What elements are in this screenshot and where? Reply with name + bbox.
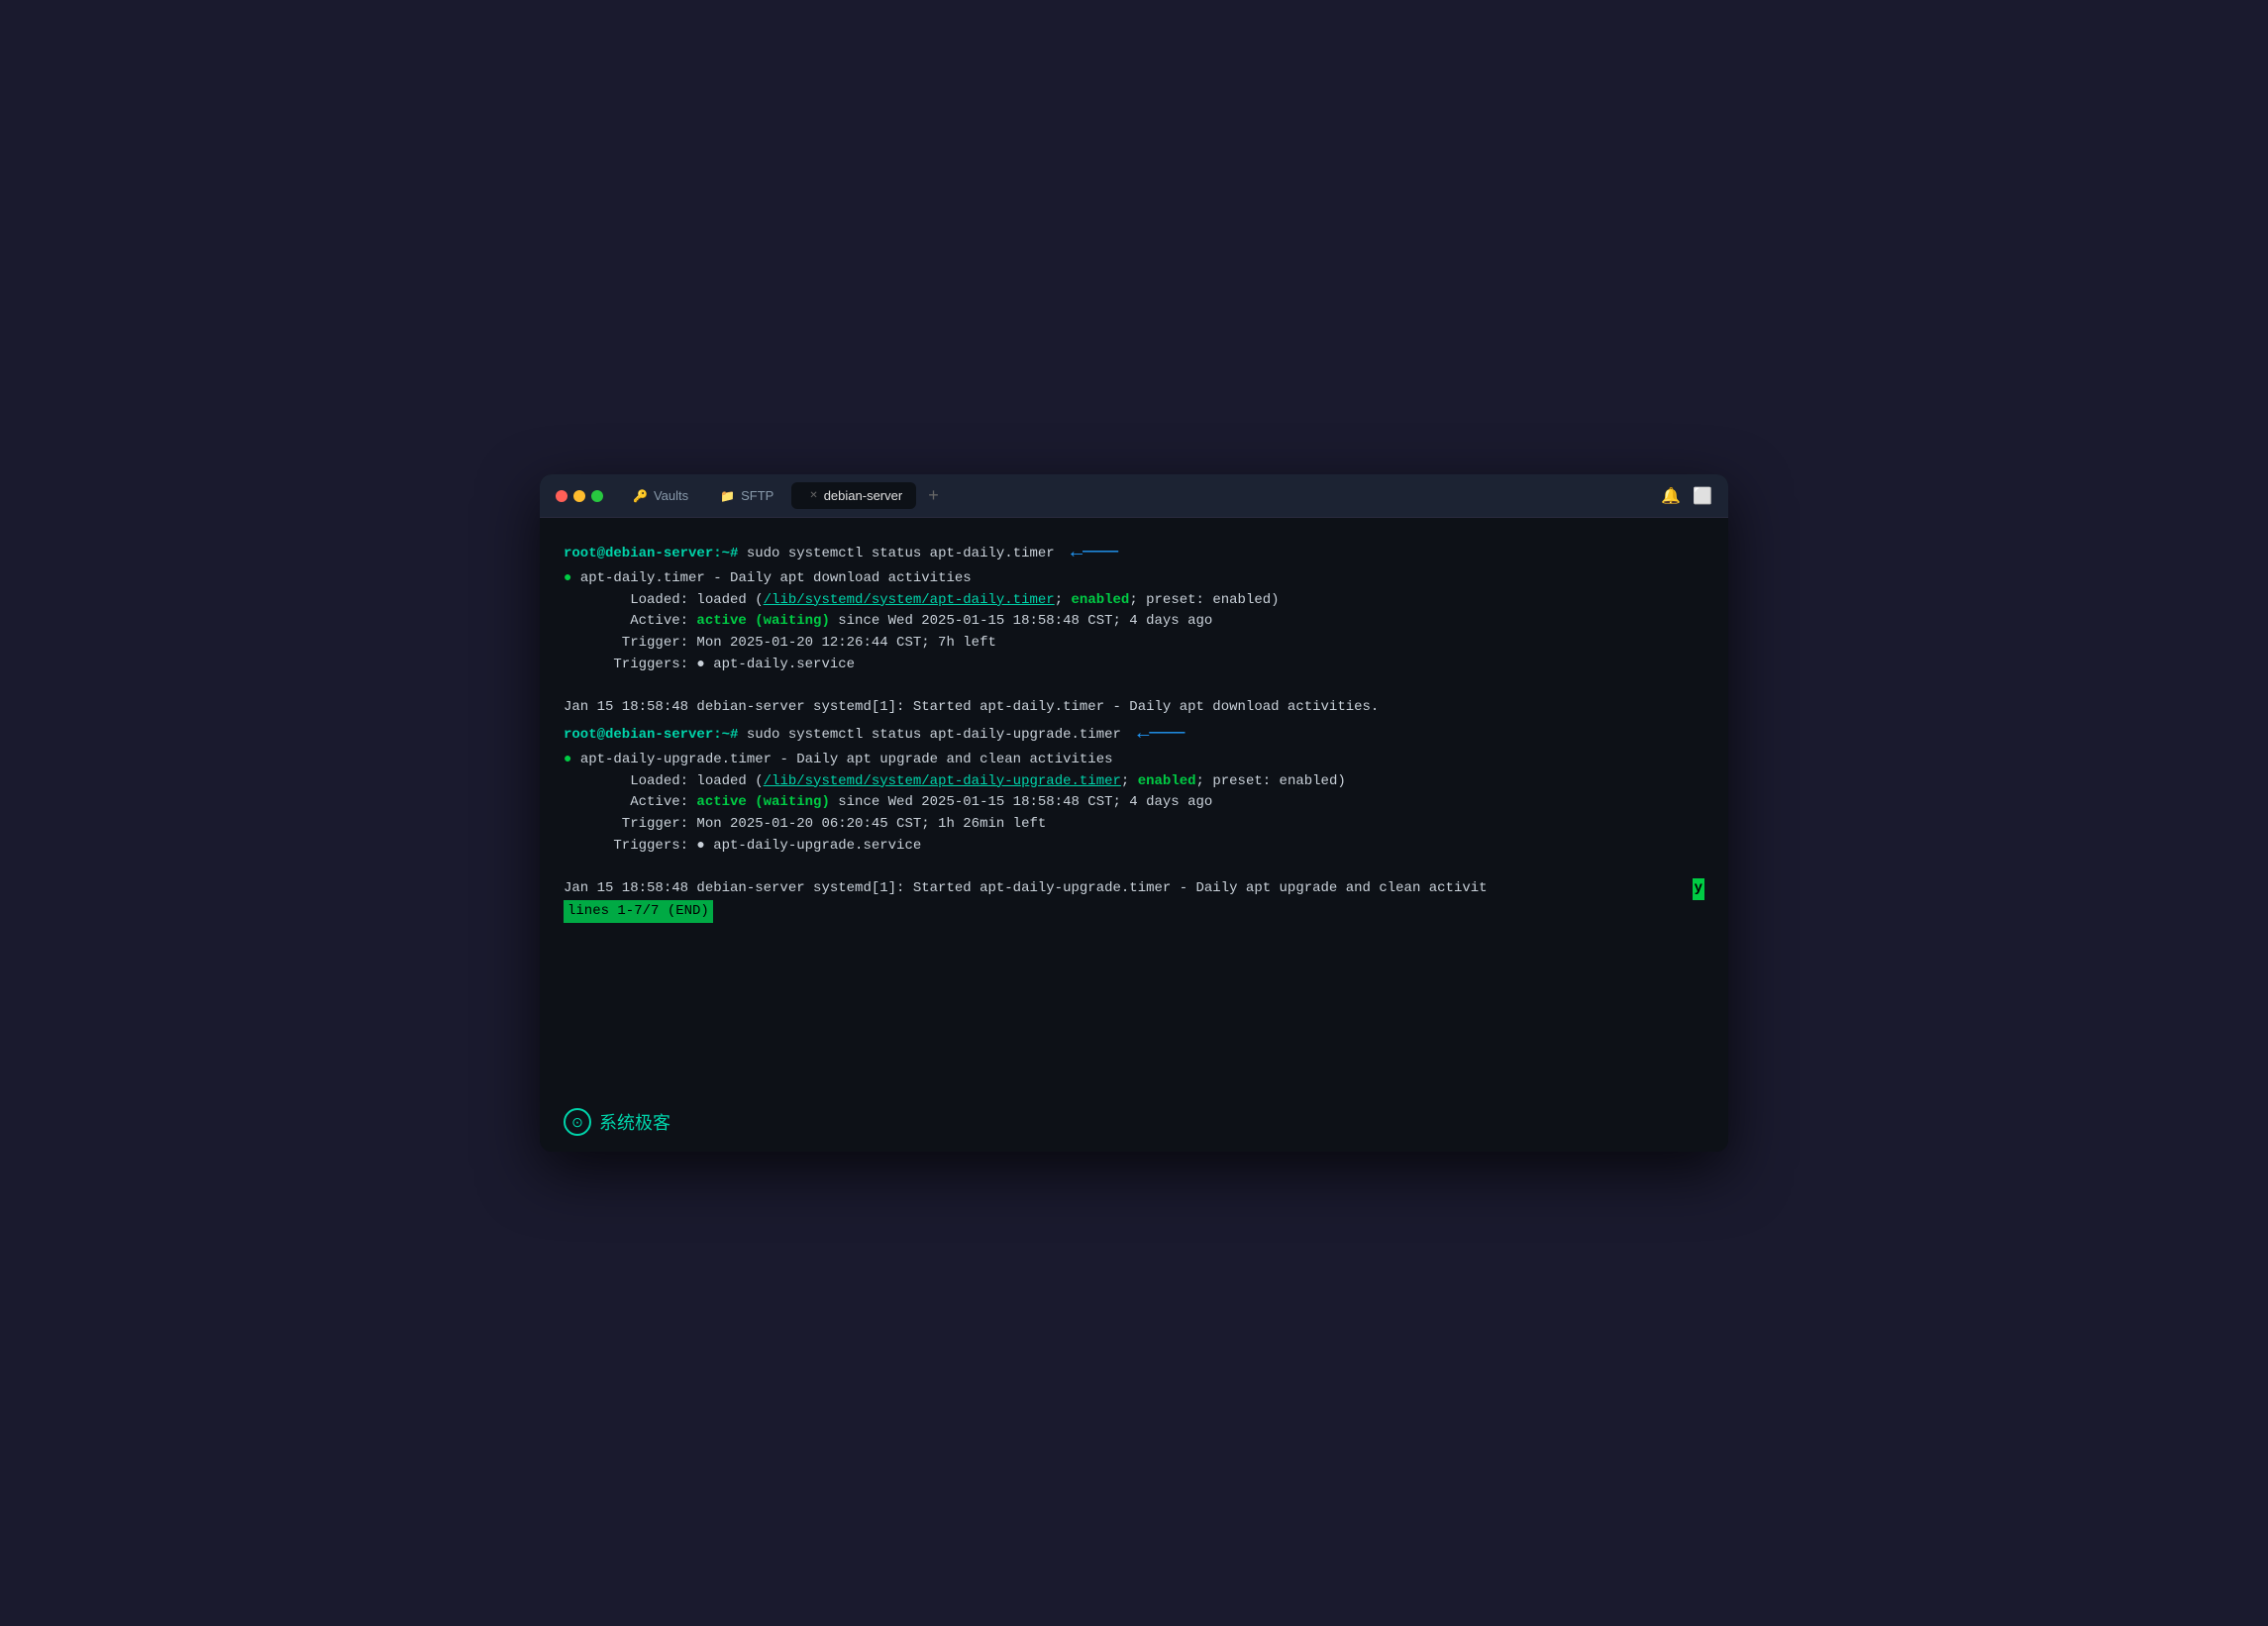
tab-sftp[interactable]: 📁 SFTP (706, 482, 787, 509)
tab-bar: 🔑 Vaults 📁 SFTP ✕ debian-server + (619, 481, 1653, 510)
active-status-2: active (waiting) (696, 794, 829, 810)
watermark-logo: ⊙ (564, 1108, 591, 1136)
layout-icon[interactable]: ⬜ (1693, 486, 1712, 506)
tab-debian-server[interactable]: ✕ debian-server (791, 482, 916, 509)
output-text-2: apt-daily-upgrade.timer - Daily apt upgr… (580, 752, 1113, 767)
arrow-1: ←─── (1071, 538, 1118, 568)
vaults-icon: 🔑 (633, 489, 648, 503)
link-2: /lib/systemd/system/apt-daily-upgrade.ti… (764, 773, 1121, 789)
output-active-2: Active: active (waiting) since Wed 2025-… (564, 792, 1704, 814)
maximize-button[interactable] (591, 490, 603, 502)
tab-vaults[interactable]: 🔑 Vaults (619, 482, 702, 509)
watermark-label: 系统极客 (599, 1109, 670, 1135)
bell-icon[interactable]: 🔔 (1661, 486, 1681, 506)
titlebar: 🔑 Vaults 📁 SFTP ✕ debian-server + 🔔 ⬜ (540, 474, 1728, 518)
log-line-2: Jan 15 18:58:48 debian-server systemd[1]… (564, 878, 1693, 900)
cmd-2: sudo systemctl status apt-daily-upgrade.… (747, 727, 1121, 743)
output-dot-1: ● apt-daily.timer - Daily apt download a… (564, 568, 1704, 590)
cut-indicator: y (1693, 878, 1704, 900)
output-loaded-1: Loaded: loaded (/lib/systemd/system/apt-… (564, 590, 1704, 612)
output-trigger-2: Trigger: Mon 2025-01-20 06:20:45 CST; 1h… (564, 814, 1704, 836)
arrow-2: ←─── (1137, 719, 1185, 750)
minimize-button[interactable] (573, 490, 585, 502)
terminal-window: 🔑 Vaults 📁 SFTP ✕ debian-server + 🔔 ⬜ ro… (540, 474, 1728, 1152)
link-1: /lib/systemd/system/apt-daily.timer (764, 592, 1055, 608)
output-triggers-2: Triggers: ● apt-daily-upgrade.service (564, 836, 1704, 858)
command-line-1: root@debian-server:~# sudo systemctl sta… (564, 538, 1704, 568)
loaded-rest-2: ; enabled; preset: enabled) (1121, 773, 1346, 789)
cmd-1: sudo systemctl status apt-daily.timer (747, 546, 1055, 561)
trigger-1: Trigger: Mon 2025-01-20 12:26:44 CST; 7h… (564, 635, 996, 651)
active-rest-1: since Wed 2025-01-15 18:58:48 CST; 4 day… (830, 613, 1212, 629)
indent-2: Loaded: loaded ( (564, 773, 764, 789)
log-line-1: Jan 15 18:58:48 debian-server systemd[1]… (564, 697, 1704, 719)
output-dot-2: ● apt-daily-upgrade.timer - Daily apt up… (564, 750, 1704, 771)
command-line-2: root@debian-server:~# sudo systemctl sta… (564, 719, 1704, 750)
output-text-1: apt-daily.timer - Daily apt download act… (580, 570, 972, 586)
output-trigger-1: Trigger: Mon 2025-01-20 12:26:44 CST; 7h… (564, 633, 1704, 655)
tab-sftp-label: SFTP (741, 488, 773, 503)
prompt-1: root@debian-server:~# (564, 546, 738, 561)
indent-active-2: Active: (564, 794, 696, 810)
indent-1: Loaded: loaded ( (564, 592, 764, 608)
output-active-1: Active: active (waiting) since Wed 2025-… (564, 611, 1704, 633)
close-button[interactable] (556, 490, 567, 502)
add-tab-button[interactable]: + (920, 481, 947, 510)
green-dot-2: ● (564, 752, 571, 767)
triggers-2: Triggers: ● apt-daily-upgrade.service (564, 838, 921, 854)
log-line-2-container: Jan 15 18:58:48 debian-server systemd[1]… (564, 878, 1704, 900)
output-loaded-2: Loaded: loaded (/lib/systemd/system/apt-… (564, 771, 1704, 793)
end-line-text: lines 1-7/7 (END) (564, 900, 713, 924)
sftp-icon: 📁 (720, 489, 735, 503)
active-rest-2: since Wed 2025-01-15 18:58:48 CST; 4 day… (830, 794, 1212, 810)
active-status-1: active (waiting) (696, 613, 829, 629)
indent-active-1: Active: (564, 613, 696, 629)
prompt-2: root@debian-server:~# (564, 727, 738, 743)
output-triggers-1: Triggers: ● apt-daily.service (564, 655, 1704, 676)
trigger-2: Trigger: Mon 2025-01-20 06:20:45 CST; 1h… (564, 816, 1046, 832)
traffic-lights (556, 490, 603, 502)
loaded-rest-1: ; enabled; preset: enabled) (1055, 592, 1280, 608)
tab-close-icon[interactable]: ✕ (809, 490, 817, 501)
watermark: ⊙ 系统极客 (540, 1092, 1728, 1152)
triggers-1: Triggers: ● apt-daily.service (564, 657, 855, 672)
terminal-content[interactable]: root@debian-server:~# sudo systemctl sta… (540, 518, 1728, 1092)
green-dot-1: ● (564, 570, 571, 586)
titlebar-actions: 🔔 ⬜ (1661, 486, 1712, 506)
tab-debian-server-label: debian-server (824, 488, 903, 503)
tab-vaults-label: Vaults (654, 488, 688, 503)
watermark-content: ⊙ 系统极客 (564, 1108, 1704, 1136)
end-line: lines 1-7/7 (END) (564, 900, 1704, 924)
